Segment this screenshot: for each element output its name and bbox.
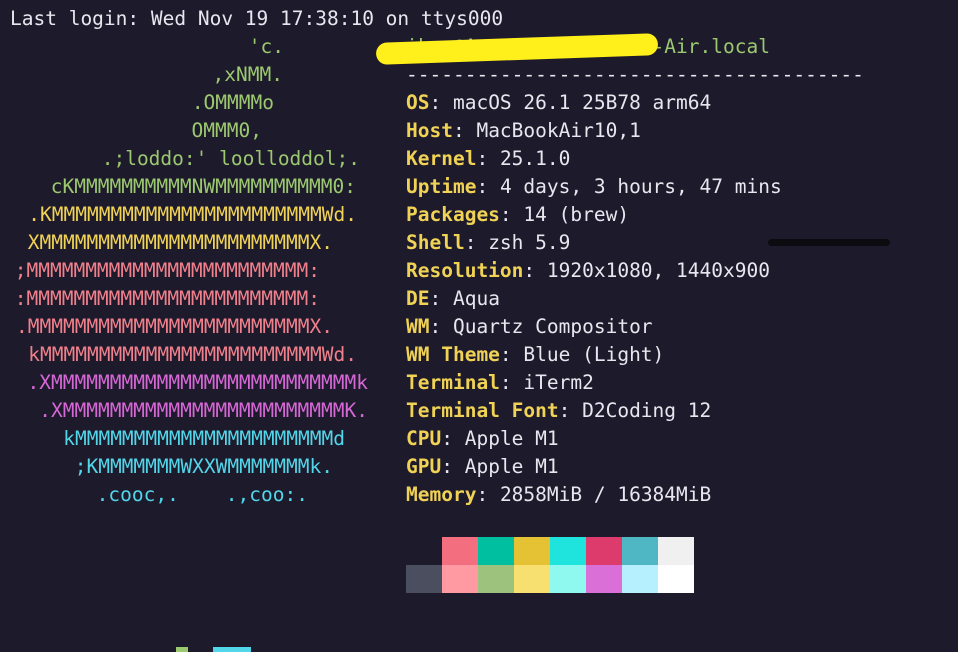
info-row: Kernel: 25.1.0 (406, 147, 571, 170)
info-value: 4 days, 3 hours, 47 mins (499, 175, 782, 198)
palette-swatch (442, 565, 478, 593)
info-value: iTerm2 (523, 371, 594, 394)
info-key: Terminal (406, 371, 500, 394)
last-login-line: Last login: Wed Nov 19 17:38:10 on ttys0… (10, 7, 504, 30)
info-key: Uptime (406, 175, 477, 198)
palette-swatch (622, 537, 658, 565)
info-key: OS (406, 91, 430, 114)
info-value: 2858MiB / 16384MiB (499, 483, 712, 506)
info-value: Blue (Light) (523, 343, 665, 366)
logo-line: .MMMMMMMMMMMMMMMMMMMMMMMMX. (16, 315, 333, 338)
palette-swatch (514, 537, 550, 565)
logo-line: kMMMMMMMMMMMMMMMMMMMMMMMMWd. (28, 343, 357, 366)
info-row: OS: macOS 26.1 25B78 arm64 (406, 91, 712, 114)
logo-line: ;MMMMMMMMMMMMMMMMMMMMMMMM: (14, 259, 320, 282)
separator-line: --------------------------------------- (406, 63, 864, 86)
logo-line: :MMMMMMMMMMMMMMMMMMMMMMMM: (14, 287, 320, 310)
logo-line: XMMMMMMMMMMMMMMMMMMMMMMMX. (27, 231, 333, 254)
info-row: Host: MacBookAir10,1 (406, 119, 641, 142)
info-row: WM: Quartz Compositor (406, 315, 653, 338)
info-row: Shell: zsh 5.9 (406, 231, 571, 254)
logo-line: OMMM0, (191, 119, 262, 142)
palette-swatch (586, 537, 622, 565)
info-row: DE: Aqua (406, 287, 500, 310)
logo-line: .XMMMMMMMMMMMMMMMMMMMMMMMMK. (39, 399, 368, 422)
info-row: GPU: Apple M1 (406, 455, 559, 478)
info-key: GPU (406, 455, 442, 478)
info-key: Memory (406, 483, 477, 506)
info-value: D2Coding 12 (582, 399, 712, 422)
logo-line: cKMMMMMMMMMMNWMMMMMMMMMM0: (50, 175, 356, 198)
info-row: CPU: Apple M1 (406, 427, 559, 450)
info-row: Packages: 14 (brew) (406, 203, 630, 226)
prompt-fragment-cyan (213, 647, 251, 652)
info-key: Host (406, 119, 453, 142)
palette-swatch (550, 537, 586, 565)
logo-line: .OMMMMo (191, 91, 274, 114)
info-value: 1920x1080, 1440x900 (546, 259, 770, 282)
info-row: Terminal Font: D2Coding 12 (406, 399, 712, 422)
prompt-fragment-green (176, 647, 188, 652)
logo-line: .XMMMMMMMMMMMMMMMMMMMMMMMMMMk (27, 371, 368, 394)
info-key: Packages (406, 203, 500, 226)
palette-swatch (406, 565, 442, 593)
logo-line: .KMMMMMMMMMMMMMMMMMMMMMMMWd. (28, 203, 357, 226)
info-value: 14 (brew) (523, 203, 630, 226)
palette-swatch (442, 537, 478, 565)
marker-stroke (768, 239, 890, 246)
info-row: WM Theme: Blue (Light) (406, 343, 665, 366)
palette-swatch (478, 537, 514, 565)
palette-swatch (478, 565, 514, 593)
palette-swatch (658, 565, 694, 593)
logo-line: kMMMMMMMMMMMMMMMMMMMMMMd (63, 427, 345, 450)
info-row: Terminal: iTerm2 (406, 371, 594, 394)
info-row: Resolution: 1920x1080, 1440x900 (406, 259, 770, 282)
palette-swatch (550, 565, 586, 593)
palette-swatch (406, 537, 442, 565)
info-value: Quartz Compositor (452, 315, 653, 338)
info-row: Uptime: 4 days, 3 hours, 47 mins (406, 175, 782, 198)
info-key: DE (406, 287, 430, 310)
logo-line: 'c. (248, 35, 284, 58)
logo-line: ;KMMMMMMMWXXWMMMMMMMk. (74, 455, 333, 478)
info-value: 25.1.0 (499, 147, 571, 170)
logo-line: .cooc,. .,coo:. (96, 483, 308, 506)
info-value: zsh 5.9 (488, 231, 571, 254)
palette-row-normal (406, 537, 694, 565)
info-key: Kernel (406, 147, 477, 170)
info-key: WM Theme (406, 343, 500, 366)
info-value: Apple M1 (464, 427, 559, 450)
logo-line: ,xNMM. (212, 63, 283, 86)
palette-row-bright (406, 565, 694, 593)
info-key: WM (406, 315, 430, 338)
palette-swatch (622, 565, 658, 593)
info-value: Aqua (452, 287, 500, 310)
info-row: Memory: 2858MiB / 16384MiB (406, 483, 712, 506)
info-value: macOS 26.1 25B78 arm64 (452, 91, 712, 114)
logo-line: .;loddo:' loolloddol;. (101, 147, 360, 170)
info-value: MacBookAir10,1 (476, 119, 641, 142)
info-key: Resolution (406, 259, 524, 282)
info-key: Terminal Font (406, 399, 559, 422)
info-value: Apple M1 (464, 455, 559, 478)
info-key: CPU (406, 427, 442, 450)
palette-swatch (658, 537, 694, 565)
info-key: Shell (406, 231, 465, 254)
palette-swatch (514, 565, 550, 593)
palette-swatch (586, 565, 622, 593)
